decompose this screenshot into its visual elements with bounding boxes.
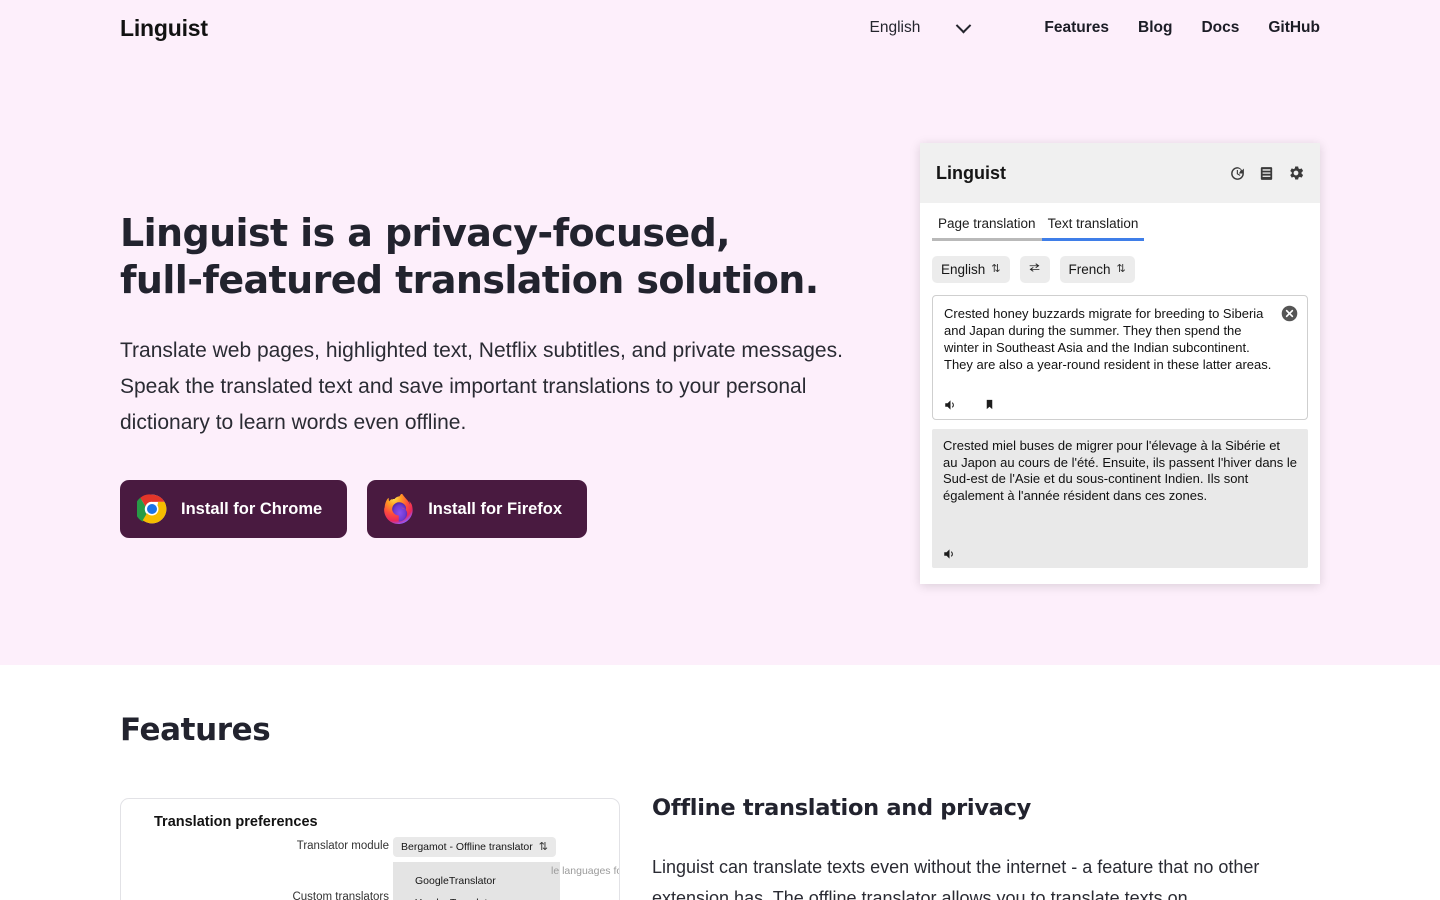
language-pair-row: English ⇅ French ⇅ [932, 256, 1308, 283]
preferences-title: Translation preferences [154, 814, 318, 830]
cta-button-group: Install for Chrome Install for Firefox [120, 480, 900, 538]
dropdown-option-yandex[interactable]: YandexTranslator [393, 892, 560, 900]
pref-label-custom-translators: Custom translators [292, 891, 389, 900]
translation-preferences-card: Translation preferences Translator modul… [120, 798, 620, 900]
nav-link-github[interactable]: GitHub [1268, 19, 1320, 37]
target-language-value: French [1068, 262, 1111, 277]
language-selector[interactable]: English [869, 17, 972, 37]
speak-icon[interactable] [943, 398, 958, 412]
feature-paragraph: Linguist can translate texts even withou… [652, 857, 1260, 900]
updown-chevrons-icon: ⇅ [1116, 263, 1126, 275]
translated-text-tools [942, 547, 957, 561]
extension-popup-preview: Linguist Page translation Text translati… [920, 143, 1320, 584]
source-text-box[interactable]: Crested honey buzzards migrate for breed… [932, 295, 1308, 420]
install-firefox-button[interactable]: Install for Firefox [367, 480, 588, 538]
source-text: Crested honey buzzards migrate for breed… [944, 306, 1272, 372]
dictionary-icon[interactable] [1258, 165, 1275, 182]
language-selector-value: English [869, 19, 921, 36]
install-chrome-label: Install for Chrome [181, 499, 323, 518]
popup-tabs: Page translation Text translation [932, 203, 1308, 241]
swap-arrows-icon [1029, 263, 1040, 272]
source-language-select[interactable]: English ⇅ [932, 256, 1010, 283]
translated-text-box: Crested miel buses de migrer pour l'élev… [932, 429, 1308, 568]
install-chrome-button[interactable]: Install for Chrome [120, 480, 348, 538]
nav-link-docs[interactable]: Docs [1201, 19, 1239, 37]
tab-page-translation[interactable]: Page translation [932, 216, 1042, 241]
features-heading: Features [120, 712, 271, 748]
speak-icon[interactable] [942, 547, 957, 561]
translated-text: Crested miel buses de migrer pour l'élev… [943, 438, 1298, 503]
bookmark-icon[interactable] [984, 397, 995, 412]
feature-heading: Offline translation and privacy [652, 795, 1031, 821]
firefox-icon [384, 494, 413, 524]
hero-subtitle: Translate web pages, highlighted text, N… [120, 339, 843, 434]
dropdown-option-google[interactable]: GoogleTranslator [393, 870, 560, 892]
feature-item-offline: Offline translation and privacy Linguist… [652, 795, 1342, 900]
popup-header-icons [1229, 164, 1305, 182]
source-text-tools [943, 397, 995, 412]
chrome-icon [137, 494, 167, 524]
history-icon[interactable] [1229, 165, 1246, 182]
page-root: Linguist English Features Blog Docs GitH… [0, 0, 1440, 900]
clear-close-icon[interactable] [1281, 305, 1298, 322]
chevron-down-icon [956, 17, 972, 33]
hero-content: Linguist is a privacy-focused, full-feat… [120, 210, 900, 538]
popup-body: Page translation Text translation Englis… [920, 203, 1320, 568]
translator-module-value: Bergamot - Offline translator [401, 841, 533, 853]
nav-right-group: English Features Blog Docs GitHub [869, 17, 1320, 37]
pref-label-translator-module: Translator module [296, 840, 389, 852]
install-firefox-label: Install for Firefox [428, 499, 563, 518]
preferences-hint-text: le languages for translation [551, 865, 619, 877]
source-language-value: English [941, 262, 986, 277]
translator-module-dropdown: GoogleTranslator YandexTranslator [393, 862, 560, 900]
site-logo[interactable]: Linguist [120, 15, 208, 42]
page-title: Linguist is a privacy-focused, full-feat… [120, 211, 819, 302]
tab-text-translation[interactable]: Text translation [1041, 216, 1145, 241]
translator-module-select[interactable]: Bergamot - Offline translator ⇅ [393, 837, 556, 857]
updown-chevrons-icon: ⇅ [991, 263, 1001, 275]
popup-title: Linguist [936, 162, 1006, 183]
gear-icon[interactable] [1287, 164, 1305, 182]
swap-languages-button[interactable] [1019, 256, 1050, 283]
nav-link-features[interactable]: Features [1044, 19, 1109, 37]
updown-chevrons-icon: ⇅ [538, 840, 548, 853]
nav-link-blog[interactable]: Blog [1138, 19, 1172, 37]
target-language-select[interactable]: French ⇅ [1059, 256, 1135, 283]
popup-header: Linguist [920, 143, 1320, 203]
top-navigation: Linguist English Features Blog Docs GitH… [0, 0, 1440, 56]
